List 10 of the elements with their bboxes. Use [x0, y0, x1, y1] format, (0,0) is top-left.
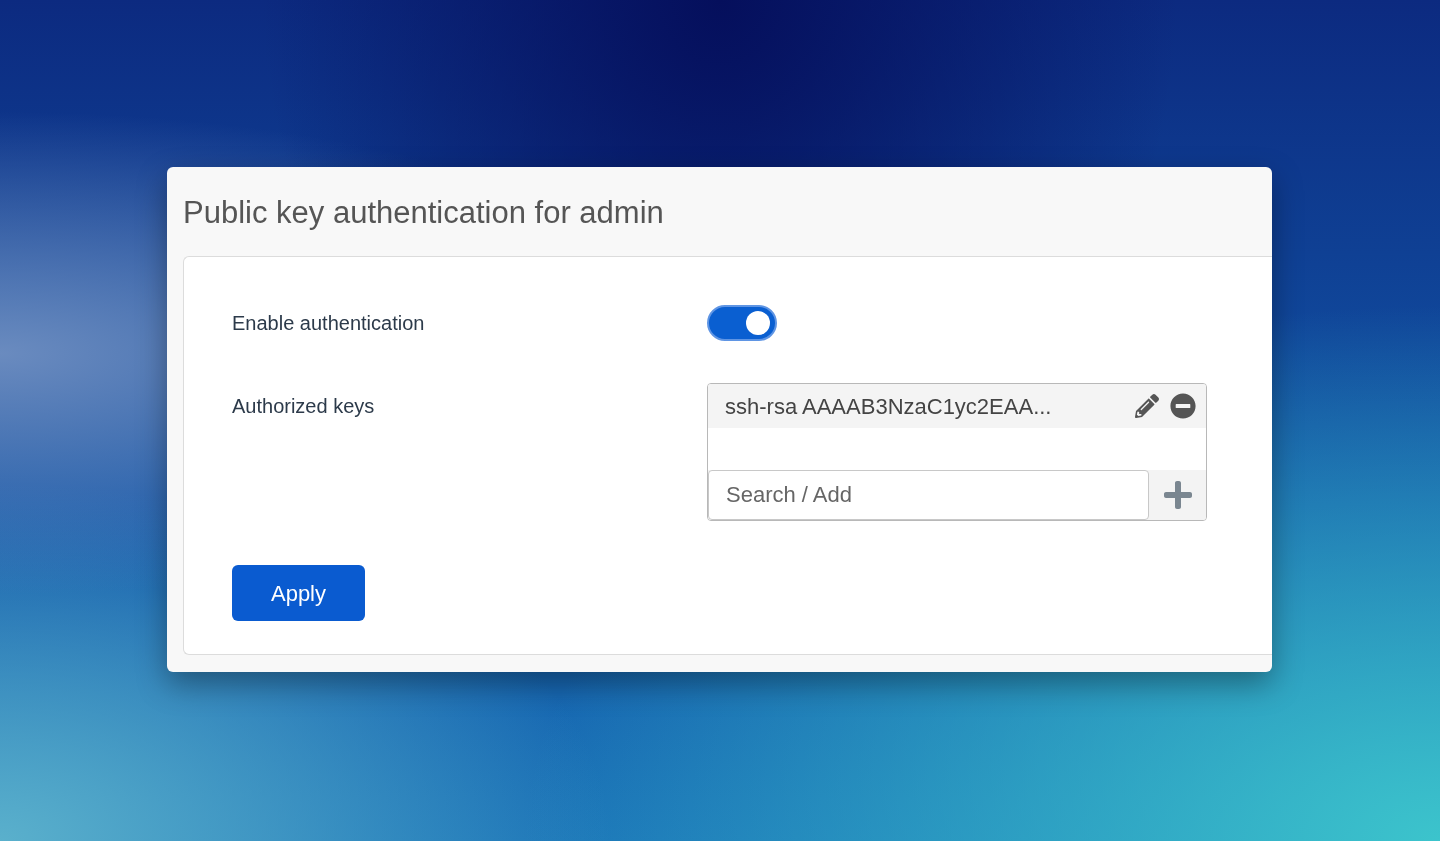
toggle-switch[interactable]	[707, 305, 777, 341]
setting-label: Enable authentication	[232, 311, 425, 336]
setting-label: Authorized keys	[232, 395, 375, 417]
plus-icon[interactable]	[1161, 479, 1194, 511]
apply-button[interactable]: Apply	[232, 565, 365, 621]
search-field[interactable]: Search / Add	[708, 470, 1149, 520]
key-value: ssh-rsa AAAAB3NzaC1yc2EAA...	[725, 392, 1052, 421]
pencil-icon[interactable]	[1135, 394, 1159, 418]
key-row[interactable]: ssh-rsa AAAAB3NzaC1yc2EAA...	[708, 384, 1206, 428]
dialog-title: Public key authentication for admin	[183, 194, 664, 233]
